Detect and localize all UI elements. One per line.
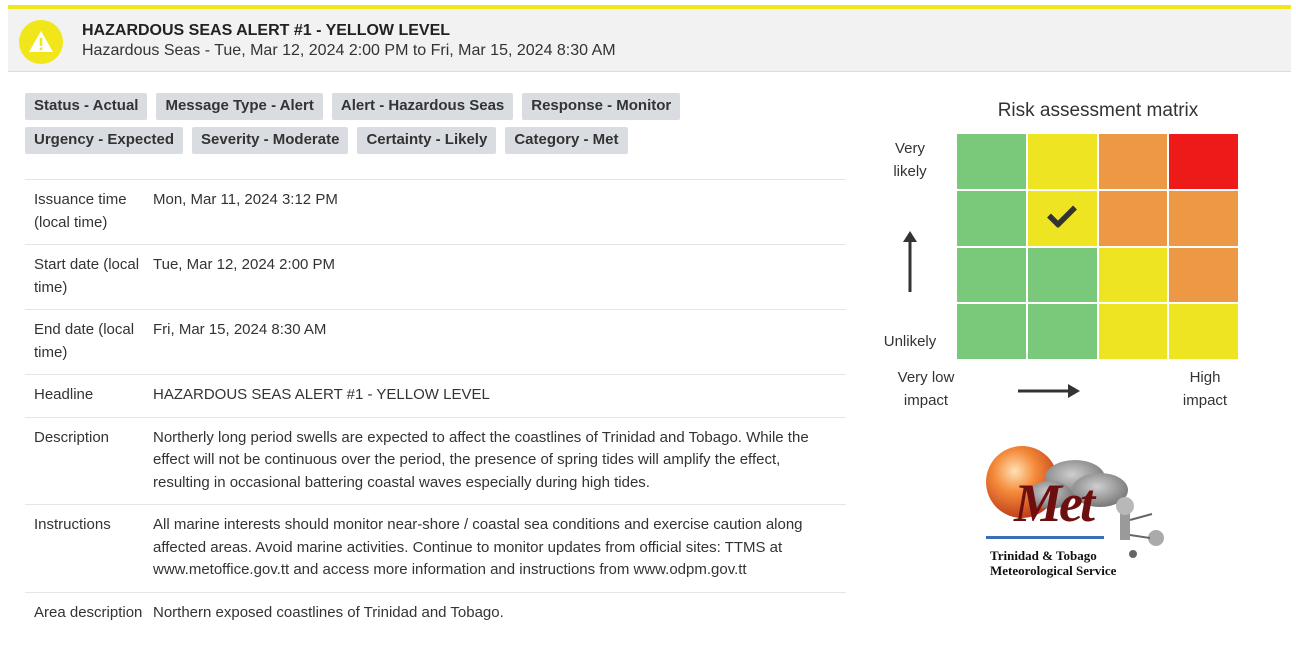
table-row: Instructions All marine interests should… xyxy=(25,504,846,593)
x-axis-right-label: High impact xyxy=(1182,369,1228,409)
detail-value: Tue, Mar 12, 2024 2:00 PM xyxy=(153,256,336,273)
alert-subtitle: Hazardous Seas - Tue, Mar 12, 2024 2:00 … xyxy=(82,42,616,59)
detail-key: Instructions xyxy=(34,516,111,533)
matrix-cell-orange xyxy=(1169,247,1238,303)
detail-key: Headline xyxy=(34,386,94,403)
logo-wordmark: Met xyxy=(1014,473,1095,533)
tag-severity: Severity - Moderate xyxy=(192,127,349,154)
matrix-cell-orange xyxy=(1098,134,1168,189)
detail-value: HAZARDOUS SEAS ALERT #1 - YELLOW LEVEL xyxy=(153,386,490,403)
risk-matrix-title: Risk assessment matrix xyxy=(997,100,1199,121)
matrix-cell-yellow xyxy=(1027,190,1097,246)
tag-row-1: Status - Actual Message Type - Alert Ale… xyxy=(25,93,725,120)
matrix-cell-green xyxy=(957,190,1026,246)
table-row: Area description Northern exposed coastl… xyxy=(25,592,846,634)
arrow-right-icon xyxy=(1018,380,1082,407)
matrix-cell-green xyxy=(957,304,1026,359)
alert-details-table: Issuance time (local time) Mon, Mar 11, … xyxy=(25,179,846,634)
detail-key: End date (local time) xyxy=(34,321,135,361)
matrix-cell-red xyxy=(1169,134,1238,189)
logo-org-line-1: Trinidad & Tobago xyxy=(990,548,1097,563)
matrix-cell-orange xyxy=(1098,190,1168,246)
tag-category: Category - Met xyxy=(505,127,628,154)
detail-key: Start date (local time) xyxy=(34,256,140,296)
alert-header: HAZARDOUS SEAS ALERT #1 - YELLOW LEVEL H… xyxy=(8,5,1291,72)
alert-tags: Status - Actual Message Type - Alert Ale… xyxy=(25,93,725,161)
logo-org-line-2: Meteorological Service xyxy=(990,563,1117,578)
arrow-up-icon xyxy=(900,230,920,299)
matrix-cell-yellow xyxy=(1098,247,1168,303)
table-row: Description Northerly long period swells… xyxy=(25,417,846,505)
table-row: Start date (local time) Tue, Mar 12, 202… xyxy=(25,244,846,310)
matrix-cell-yellow xyxy=(1098,304,1168,359)
detail-key: Description xyxy=(34,428,110,446)
table-row: Issuance time (local time) Mon, Mar 11, … xyxy=(25,179,846,245)
tag-urgency: Urgency - Expected xyxy=(25,127,184,154)
y-axis-bottom-label: Unlikely xyxy=(883,333,937,350)
warning-icon xyxy=(19,20,63,64)
table-row: Headline HAZARDOUS SEAS ALERT #1 - YELLO… xyxy=(25,374,846,418)
tag-message-type: Message Type - Alert xyxy=(156,93,323,120)
detail-value: All marine interests should monitor near… xyxy=(153,516,803,578)
risk-matrix xyxy=(957,134,1238,359)
matrix-cell-green xyxy=(1027,247,1097,303)
matrix-cell-orange xyxy=(1169,190,1238,246)
matrix-cell-yellow xyxy=(1027,134,1097,189)
alert-title: HAZARDOUS SEAS ALERT #1 - YELLOW LEVEL xyxy=(82,22,451,39)
x-axis-left-label: Very low impact xyxy=(897,369,955,409)
tag-certainty: Certainty - Likely xyxy=(357,127,497,154)
y-axis-top-label: Very likely xyxy=(893,140,927,180)
tag-alert: Alert - Hazardous Seas xyxy=(331,93,514,120)
detail-key: Area description xyxy=(34,603,143,621)
matrix-cell-green xyxy=(957,134,1026,189)
matrix-cell-green xyxy=(1027,304,1097,359)
met-service-logo: Met Trinidad & Tobago Meteorological Ser… xyxy=(980,440,1180,580)
table-row: End date (local time) Fri, Mar 15, 2024 … xyxy=(25,309,846,375)
detail-key: Issuance time (local time) xyxy=(34,191,127,231)
detail-value: Northerly long period swells are expecte… xyxy=(153,428,809,491)
detail-value: Northern exposed coastlines of Trinidad … xyxy=(153,603,504,621)
detail-value: Mon, Mar 11, 2024 3:12 PM xyxy=(153,191,338,208)
tag-status: Status - Actual xyxy=(25,93,148,120)
tag-response: Response - Monitor xyxy=(522,93,681,120)
matrix-cell-yellow xyxy=(1169,304,1238,359)
matrix-cell-green xyxy=(957,247,1026,303)
tag-row-2: Urgency - Expected Severity - Moderate C… xyxy=(25,127,725,154)
checkmark-icon xyxy=(1047,204,1078,233)
detail-value: Fri, Mar 15, 2024 8:30 AM xyxy=(153,321,327,338)
